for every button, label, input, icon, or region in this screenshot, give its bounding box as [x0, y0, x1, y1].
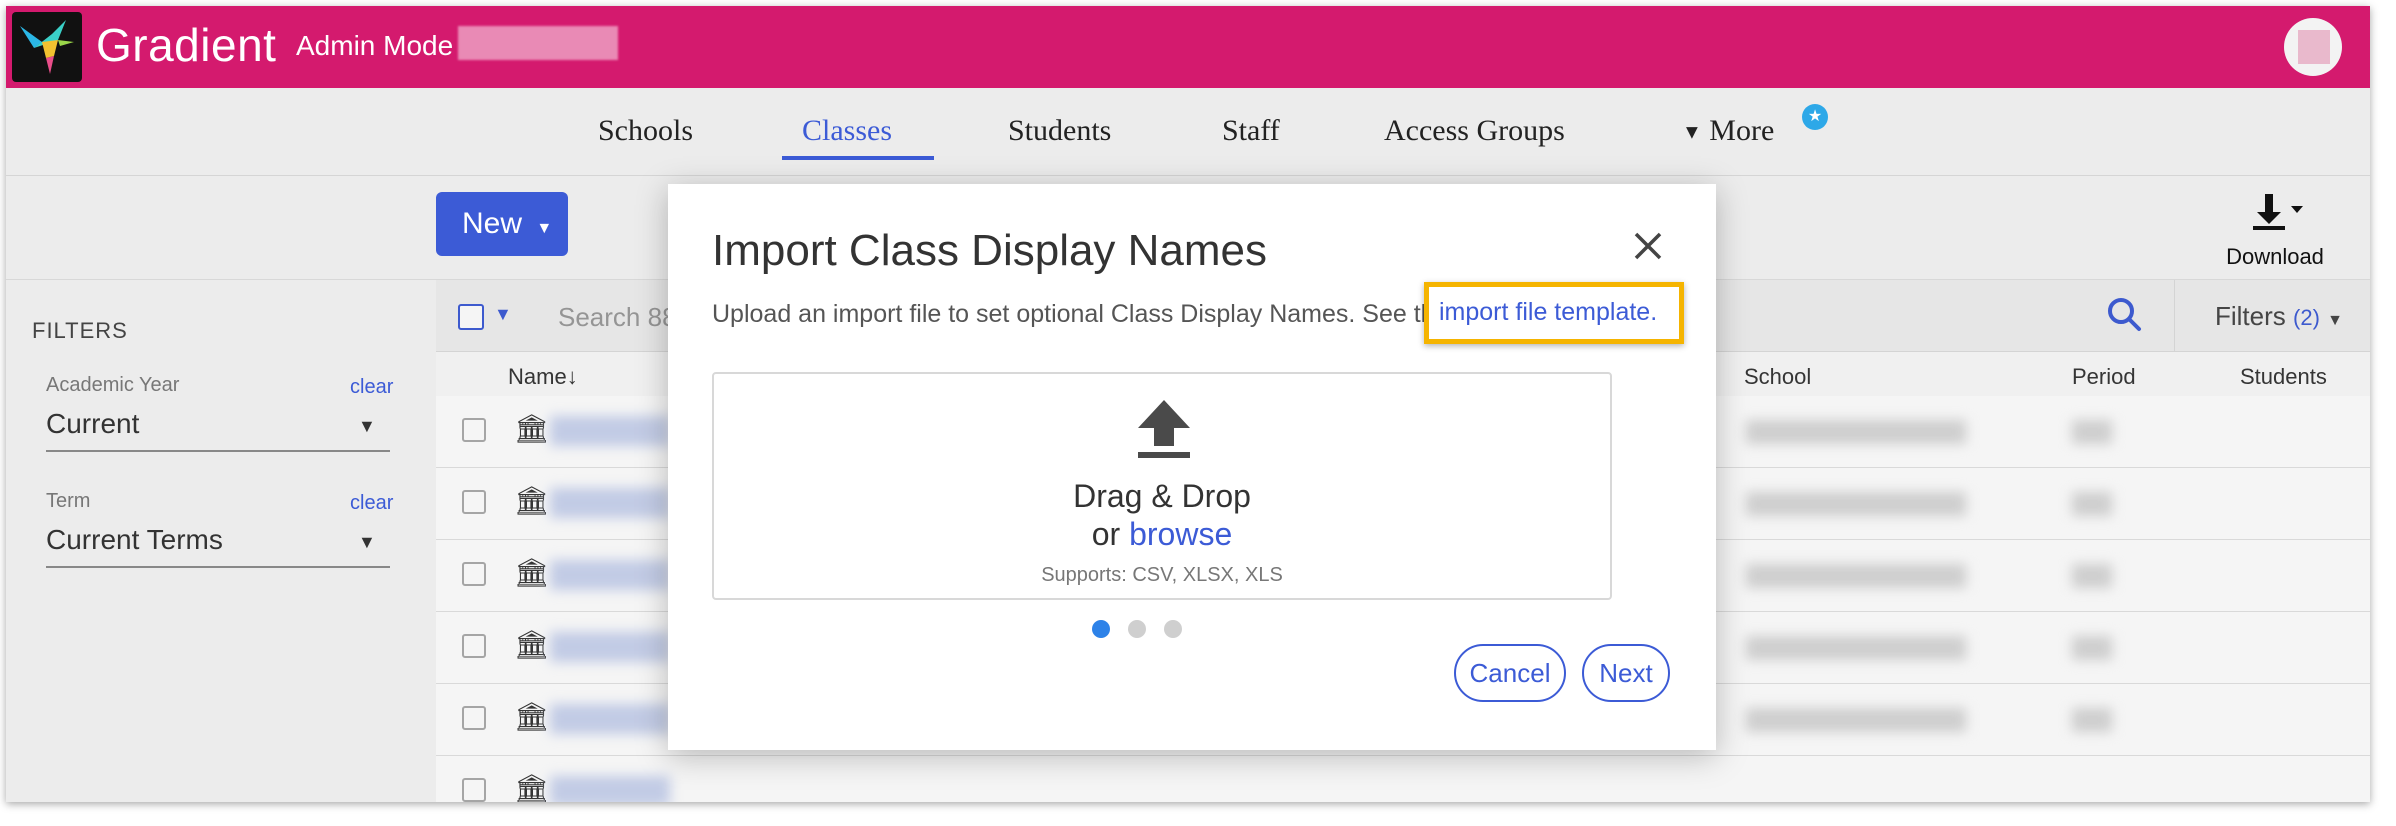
academic-year-clear-link[interactable]: clear: [350, 376, 393, 399]
main-nav: Schools Classes Students Staff Access Gr…: [6, 88, 2370, 176]
new-button-label: New: [462, 207, 523, 240]
term-label: Term: [46, 490, 91, 512]
browse-line: or browse: [714, 516, 1610, 553]
upload-icon: [1134, 398, 1194, 462]
caret-down-icon: ▼: [536, 220, 553, 237]
download-button[interactable]: Download: [2200, 192, 2350, 270]
brand-name: Gradient: [96, 19, 277, 71]
filters-title: FILTERS: [32, 318, 128, 343]
nav-more-label: More: [1709, 114, 1775, 147]
cancel-button[interactable]: Cancel: [1454, 644, 1566, 702]
new-button[interactable]: New ▼: [436, 192, 568, 256]
browse-link[interactable]: browse: [1129, 516, 1232, 552]
or-label: or: [1091, 516, 1130, 552]
academic-year-select[interactable]: Current: [46, 408, 139, 440]
nav-tab-schools[interactable]: Schools: [598, 114, 693, 148]
next-button[interactable]: Next: [1582, 644, 1670, 702]
term-select[interactable]: Current Terms: [46, 524, 223, 556]
close-icon[interactable]: [1630, 228, 1666, 264]
step-dot-2: [1128, 620, 1146, 638]
caret-down-icon: ▼: [1682, 121, 1702, 144]
filters-sidebar: FILTERS Academic Year clear Current ▼ Te…: [6, 280, 436, 802]
download-icon: [2200, 192, 2350, 240]
academic-year-label: Academic Year: [46, 374, 180, 396]
active-tab-indicator: [782, 156, 934, 160]
app-window: Gradient Admin Mode Schools Classes Stud…: [6, 6, 2370, 802]
top-bar: Gradient Admin Mode: [6, 6, 2370, 88]
nav-tab-students[interactable]: Students: [1008, 114, 1111, 148]
download-label: Download: [2226, 244, 2324, 269]
nav-tab-classes[interactable]: Classes: [802, 114, 892, 148]
step-dot-1: [1092, 620, 1110, 638]
step-dot-3: [1164, 620, 1182, 638]
user-avatar[interactable]: [2284, 18, 2342, 76]
dialog-title: Import Class Display Names: [712, 226, 1268, 275]
dialog-description: Upload an import file to set optional Cl…: [712, 300, 1449, 328]
nav-tab-more[interactable]: ▼ More: [1682, 114, 1774, 148]
file-dropzone[interactable]: Drag & Drop or browse Supports: CSV, XLS…: [712, 372, 1612, 600]
caret-down-icon[interactable]: ▼: [358, 532, 376, 553]
term-clear-link[interactable]: clear: [350, 492, 393, 515]
supported-formats: Supports: CSV, XLSX, XLS: [1041, 564, 1283, 586]
import-class-display-names-dialog: Import Class Display Names Upload an imp…: [668, 184, 1716, 750]
caret-down-icon[interactable]: ▼: [358, 416, 376, 437]
term-underline: [46, 566, 390, 568]
import-file-template-link[interactable]: import file template.: [1424, 282, 1684, 344]
avatar-image: [2298, 30, 2330, 64]
star-badge-icon: ★: [1802, 104, 1828, 130]
academic-year-underline: [46, 450, 390, 452]
admin-mode-label: Admin Mode: [296, 30, 454, 61]
nav-tab-access-groups[interactable]: Access Groups: [1384, 114, 1565, 148]
hummingbird-logo-icon[interactable]: [12, 12, 82, 82]
drag-drop-label: Drag & Drop: [1073, 478, 1251, 514]
redacted-org-name: [458, 26, 618, 60]
nav-tab-staff[interactable]: Staff: [1222, 114, 1280, 148]
